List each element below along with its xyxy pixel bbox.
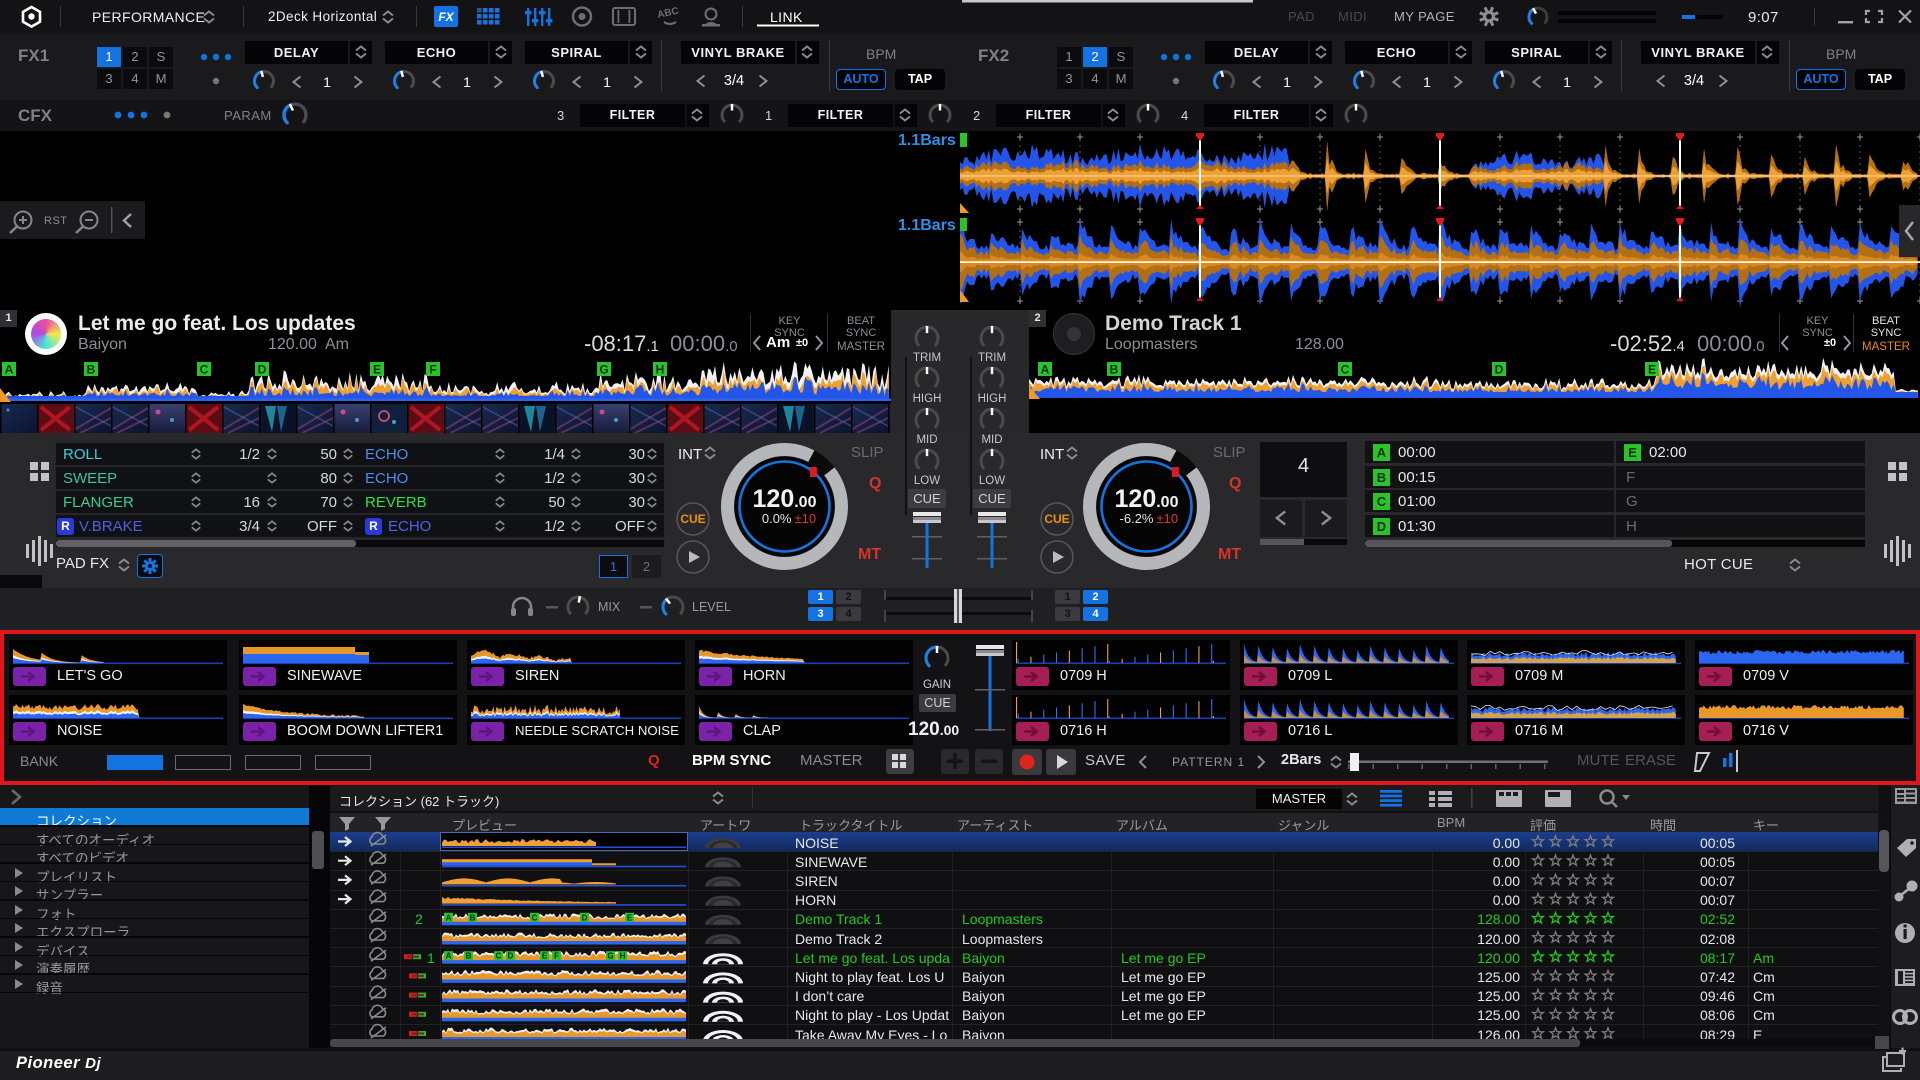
- svg-text:1: 1: [765, 108, 772, 123]
- svg-text:3: 3: [557, 108, 564, 123]
- svg-text:4: 4: [1181, 108, 1188, 123]
- svg-text:2: 2: [973, 108, 980, 123]
